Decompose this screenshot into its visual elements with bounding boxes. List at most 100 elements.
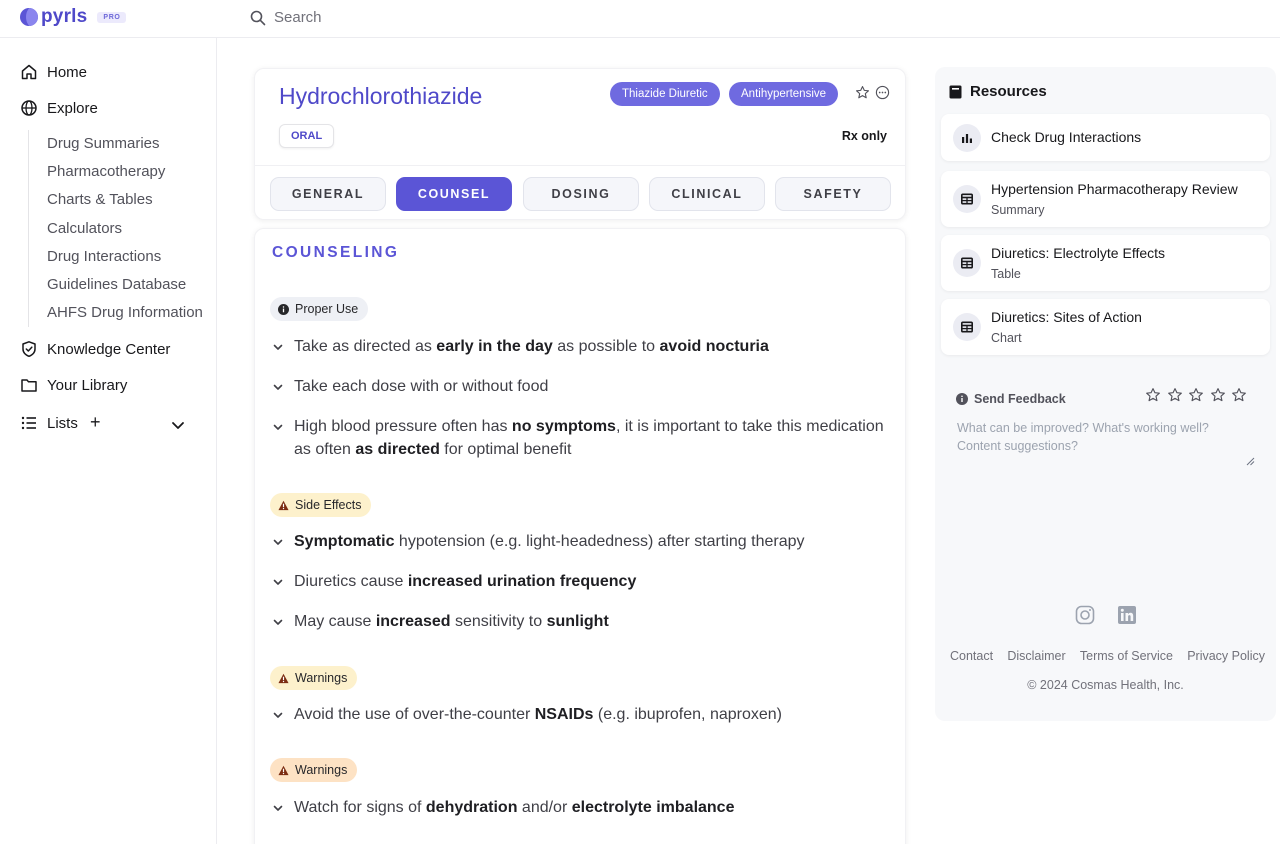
category-badge-label: Warnings [295,763,348,777]
chevron-down-icon[interactable] [170,417,186,433]
search-bar [250,9,574,26]
rating-star-icon[interactable] [1231,387,1253,408]
rating-star-icon[interactable] [1210,387,1232,408]
favorite-star-icon[interactable] [855,85,870,100]
send-feedback-label: Send Feedback [956,392,1066,406]
feedback-textarea[interactable] [957,419,1255,467]
resource-type: Chart [991,331,1022,345]
tab-counsel[interactable]: COUNSEL [396,177,512,211]
chevron-down-icon[interactable] [270,703,286,726]
more-options-icon[interactable] [875,85,890,100]
resources-title: Resources [970,83,1047,100]
sidebar: Home Explore Drug Summaries Pharmacother… [0,38,217,844]
linkedin-icon[interactable] [1117,605,1137,625]
folder-icon [21,379,37,392]
drug-class-tag[interactable]: Thiazide Diuretic [610,82,720,106]
counsel-item[interactable]: Diuretics cause increased urination freq… [270,570,895,593]
chevron-down-icon[interactable] [270,610,286,633]
add-list-button[interactable]: + [90,412,101,433]
counsel-item[interactable]: May cause increased sensitivity to sunli… [270,610,895,633]
tab-clinical[interactable]: CLINICAL [649,177,765,211]
nav-home[interactable]: Home [20,63,87,81]
tab-dosing[interactable]: DOSING [523,177,639,211]
resize-handle-icon[interactable] [1246,457,1255,466]
nav-explore-label: Explore [47,99,98,117]
drug-class-tag[interactable]: Antihypertensive [729,82,839,106]
book-icon [949,85,962,98]
sidebar-item-drug-summaries[interactable]: Drug Summaries [29,130,203,158]
rating-stars [1145,387,1253,408]
chevron-down-icon[interactable] [270,375,286,398]
home-icon [21,64,37,80]
category-badge-label: Proper Use [295,302,359,316]
rating-star-icon[interactable] [1145,387,1167,408]
sidebar-item-charts-tables[interactable]: Charts & Tables [29,186,203,214]
counsel-item[interactable]: Avoid the use of over-the-counter NSAIDs… [270,703,895,726]
list-icon [21,416,36,430]
divider [255,165,905,166]
search-icon [250,10,266,25]
nav-your-library[interactable]: Your Library [20,376,127,394]
counsel-item[interactable]: Watch for signs of dehydration and/or el… [270,796,895,819]
info-icon [956,393,968,405]
counsel-item-text: Avoid the use of over-the-counter NSAIDs… [294,706,782,723]
chevron-down-icon[interactable] [270,415,286,438]
sidebar-item-pharmacotherapy[interactable]: Pharmacotherapy [29,158,203,186]
footer-link-contact[interactable]: Contact [950,649,993,663]
app-logo[interactable]: pyrls PRO [20,7,127,26]
resources-header: Resources [949,83,1047,100]
counsel-item-text: Diuretics cause increased urination freq… [294,573,637,590]
counseling-heading: COUNSELING [272,244,400,261]
counsel-item-text: May cause increased sensitivity to sunli… [294,613,609,630]
logo-mark-icon [20,8,38,26]
chevron-down-icon[interactable] [270,335,286,358]
counsel-item[interactable]: Symptomatic hypotension (e.g. light-head… [270,530,895,553]
counsel-item[interactable]: High blood pressure often has no symptom… [270,415,895,461]
resource-item-electrolyte-effects[interactable]: Diuretics: Electrolyte Effects Table [941,235,1270,291]
counsel-item[interactable]: Take each dose with or without food [270,375,895,398]
explore-submenu: Drug Summaries Pharmacotherapy Charts & … [28,130,203,328]
footer-link-terms[interactable]: Terms of Service [1080,649,1173,663]
tab-safety[interactable]: SAFETY [775,177,891,211]
nav-knowledge-label: Knowledge Center [47,340,171,358]
footer-link-privacy[interactable]: Privacy Policy [1187,649,1265,663]
rating-star-icon[interactable] [1188,387,1210,408]
counsel-item-text: Take each dose with or without food [294,378,549,395]
resource-type: Table [991,267,1021,281]
route-badge: ORAL [279,124,335,148]
pro-badge: PRO [97,11,127,23]
counsel-item-text: Symptomatic hypotension (e.g. light-head… [294,533,805,550]
warning-icon [278,500,289,510]
globe-icon [21,100,37,116]
rating-star-icon[interactable] [1167,387,1189,408]
sidebar-item-ahfs[interactable]: AHFS Drug Information [29,299,203,327]
sidebar-item-guidelines[interactable]: Guidelines Database [29,271,203,299]
nav-library-label: Your Library [47,376,128,394]
resource-name: Check Drug Interactions [991,129,1142,145]
nav-lists-label: Lists [47,414,78,432]
drug-header-card: Hydrochlorothiazide Thiazide Diuretic An… [254,68,906,220]
nav-home-label: Home [47,63,88,81]
nav-knowledge-center[interactable]: Knowledge Center [20,340,170,358]
warning-icon [278,765,289,775]
nav-lists[interactable]: Lists [20,414,78,432]
sidebar-item-calculators[interactable]: Calculators [29,215,203,243]
resource-item-sites-of-action[interactable]: Diuretics: Sites of Action Chart [941,299,1270,355]
table-icon [961,193,973,205]
tab-general[interactable]: GENERAL [270,177,386,211]
drug-name: Hydrochlorothiazide [279,83,483,109]
instagram-icon[interactable] [1075,605,1095,625]
chevron-down-icon[interactable] [270,570,286,593]
sidebar-item-drug-interactions[interactable]: Drug Interactions [29,243,203,271]
counsel-item[interactable]: Take as directed as early in the day as … [270,335,895,358]
chevron-down-icon[interactable] [270,530,286,553]
resource-item-check-drug-interactions[interactable]: Check Drug Interactions [941,114,1270,161]
search-input[interactable] [274,9,574,26]
nav-explore[interactable]: Explore [20,99,98,117]
info-icon [278,303,289,315]
footer-link-disclaimer[interactable]: Disclaimer [1007,649,1065,663]
warning-icon [278,673,289,683]
chevron-down-icon[interactable] [270,796,286,819]
resource-item-hypertension-review[interactable]: Hypertension Pharmacotherapy Review Summ… [941,171,1270,227]
counsel-item-text: Watch for signs of dehydration and/or el… [294,799,735,816]
